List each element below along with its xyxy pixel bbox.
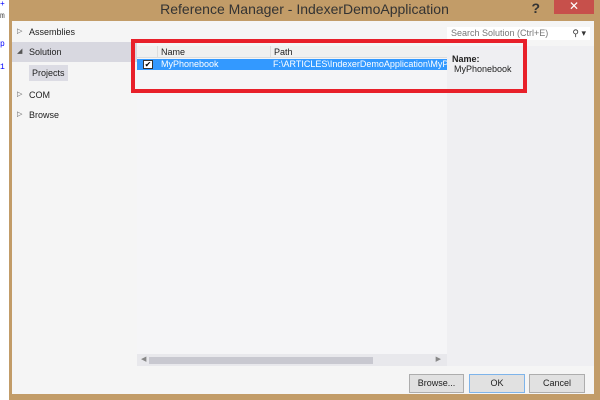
- nav-item-label: Assemblies: [29, 27, 76, 37]
- nav-item-label: Solution: [29, 47, 62, 57]
- nav-item-com[interactable]: ▷ COM: [12, 85, 137, 105]
- nav-item-browse[interactable]: ▷ Browse: [12, 105, 137, 125]
- collapse-icon: ◢: [17, 48, 23, 55]
- nav-item-assemblies[interactable]: ▷ Assemblies: [12, 22, 137, 42]
- help-button[interactable]: ?: [531, 0, 540, 16]
- scroll-left-icon[interactable]: ◀: [141, 355, 146, 363]
- nav-item-label: COM: [29, 90, 50, 100]
- details-panel: Name: MyPhonebook: [447, 46, 594, 366]
- nav-item-projects[interactable]: Projects: [29, 65, 68, 81]
- highlight-annotation: [131, 39, 527, 93]
- editor-text: m: [0, 12, 5, 21]
- browse-button[interactable]: Browse...: [409, 374, 464, 393]
- close-button[interactable]: ✕: [554, 0, 594, 14]
- category-nav: ▷ Assemblies ◢ Solution Projects ▷ COM ▷ Bro…: [12, 21, 137, 368]
- expand-icon: ▷: [17, 91, 23, 98]
- nav-item-label: Browse: [29, 110, 60, 120]
- expand-icon: ▷: [17, 111, 23, 118]
- search-placeholder: Search Solution (Ctrl+E): [451, 28, 549, 38]
- background-editor: + m p 1: [0, 0, 9, 400]
- projects-list: Name Path ✔ MyPhonebook F:\ARTICLES\Inde…: [137, 46, 447, 366]
- reference-manager-dialog: Reference Manager - IndexerDemoApplicati…: [9, 0, 600, 400]
- editor-text: +: [0, 0, 5, 9]
- dialog-title: Reference Manager - IndexerDemoApplicati…: [160, 1, 449, 17]
- scroll-right-icon[interactable]: ▶: [436, 355, 441, 363]
- horizontal-scrollbar[interactable]: ◀ ▶: [137, 354, 447, 366]
- dialog-body: ▷ Assemblies ◢ Solution Projects ▷ COM ▷ Bro…: [12, 21, 594, 394]
- expand-icon: ▷: [17, 28, 23, 35]
- scrollbar-thumb[interactable]: [149, 357, 373, 364]
- nav-item-solution[interactable]: ◢ Solution: [12, 42, 137, 62]
- ok-button[interactable]: OK: [469, 374, 525, 393]
- editor-text: p: [0, 40, 5, 49]
- cancel-button[interactable]: Cancel: [529, 374, 585, 393]
- search-icon[interactable]: ⚲ ▾: [572, 27, 586, 40]
- editor-text: 1: [0, 63, 5, 72]
